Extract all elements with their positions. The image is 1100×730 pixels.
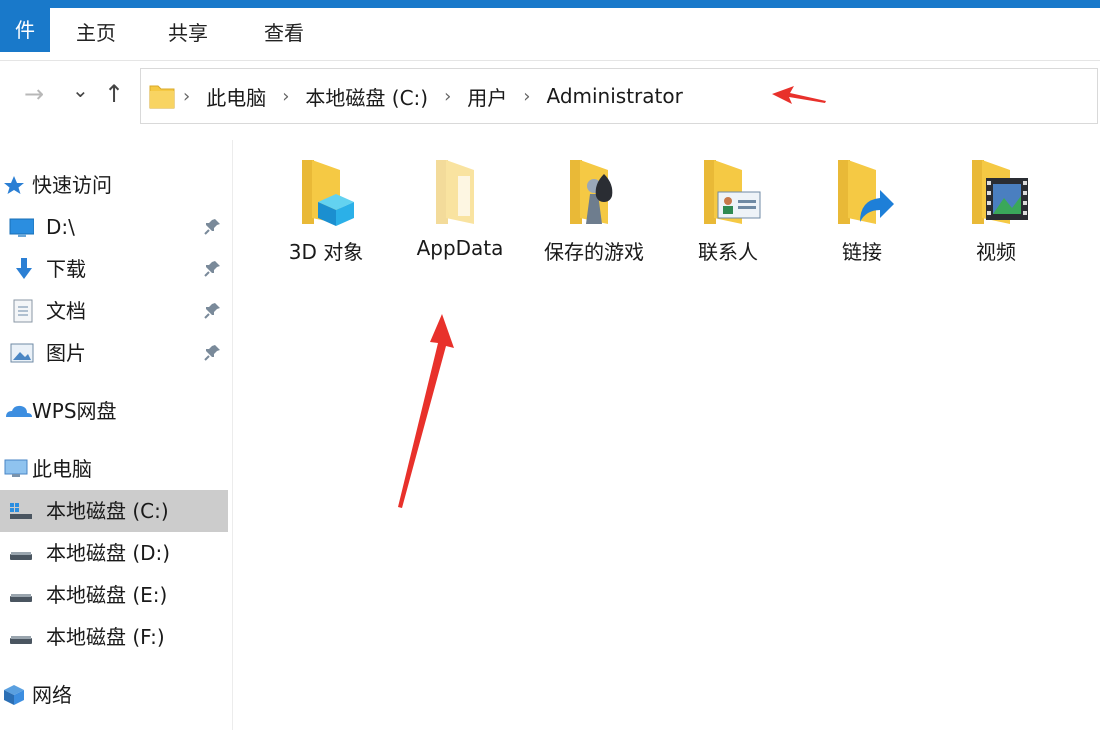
ribbon-tab-view[interactable]: 查看: [264, 8, 304, 52]
folder-item-3d-objects[interactable]: 3D 对象: [262, 150, 390, 270]
sidebar-label: 文档: [46, 299, 86, 323]
network-icon: [4, 685, 24, 705]
sidebar-item-documents[interactable]: 文档: [0, 290, 228, 332]
breadcrumb-item-local-disk-c[interactable]: 本地磁盘 (C:): [305, 82, 428, 111]
sidebar-item-pictures[interactable]: 图片: [0, 332, 228, 374]
monitor-icon: [9, 218, 34, 237]
breadcrumb-separator-icon[interactable]: ›: [444, 86, 451, 107]
sidebar-label: 本地磁盘 (D:): [46, 541, 171, 565]
sidebar-item-local-disk-e[interactable]: 本地磁盘 (E:): [0, 574, 228, 616]
breadcrumb-separator-icon[interactable]: ›: [523, 86, 530, 107]
drive-icon: [10, 636, 32, 644]
ribbon-tab-home[interactable]: 主页: [76, 8, 116, 52]
sidebar-label: 此电脑: [32, 457, 92, 481]
folder-item-videos[interactable]: 视频: [932, 150, 1060, 270]
pin-icon[interactable]: [204, 259, 222, 277]
folder-item-appdata[interactable]: AppData: [396, 150, 524, 270]
sidebar-item-network[interactable]: 网络: [0, 674, 228, 716]
picture-icon: [10, 343, 34, 363]
sidebar-label: 本地磁盘 (C:): [46, 499, 169, 523]
sidebar-item-local-disk-f[interactable]: 本地磁盘 (F:): [0, 616, 228, 658]
sidebar-item-wps-cloud[interactable]: WPS网盘: [0, 390, 228, 432]
folder-label: 3D 对象: [288, 240, 364, 264]
download-arrow-icon: [16, 258, 32, 279]
links-folder-icon: [838, 160, 894, 224]
navigation-bar: → ⌄ ↑ › 此电脑 › 本地磁盘 (C:) › 用户 › Administr…: [0, 60, 1100, 136]
sidebar-item-downloads[interactable]: 下载: [0, 248, 228, 290]
address-bar[interactable]: › 此电脑 › 本地磁盘 (C:) › 用户 › Administrator: [140, 68, 1098, 124]
saved-games-folder-icon: [570, 160, 613, 224]
breadcrumb-item-users[interactable]: 用户: [467, 82, 507, 111]
system-drive-icon: [10, 503, 32, 519]
sidebar-label: D:\: [46, 215, 75, 239]
breadcrumb-separator-icon[interactable]: ›: [282, 86, 289, 107]
annotation-arrow-icon: [772, 86, 826, 104]
drive-icon: [10, 594, 32, 602]
folder-label: AppData: [416, 236, 504, 260]
folder-item-saved-games[interactable]: 保存的游戏: [530, 150, 658, 270]
sidebar-label: 下载: [46, 257, 86, 281]
sidebar-label: 图片: [46, 341, 86, 365]
navigation-pane: 快速访问 D:\ 下载 文档 图片 WPS网盘 此电脑 本地磁盘 (C:) 本地…: [0, 140, 233, 730]
ribbon: 件 主页 共享 查看: [0, 8, 1100, 61]
ribbon-tab-file[interactable]: 件: [0, 8, 50, 52]
window-title-bar: [0, 0, 1100, 8]
pin-icon[interactable]: [204, 217, 222, 235]
sidebar-label: 快速访问: [32, 173, 112, 197]
pin-icon[interactable]: [204, 343, 222, 361]
sidebar-label: 本地磁盘 (F:): [46, 625, 165, 649]
sidebar-label: 本地磁盘 (E:): [46, 583, 168, 607]
drive-icon: [10, 552, 32, 560]
recent-locations-chevron-icon[interactable]: ⌄: [72, 78, 89, 102]
folder-item-links[interactable]: 链接: [798, 150, 926, 270]
breadcrumb: › 此电脑 › 本地磁盘 (C:) › 用户 › Administrator: [183, 69, 683, 123]
sidebar-item-local-disk-c[interactable]: 本地磁盘 (C:): [0, 490, 228, 532]
folder-item-contacts[interactable]: 联系人: [664, 150, 792, 270]
ribbon-tab-share[interactable]: 共享: [168, 8, 208, 52]
hidden-folder-icon: [436, 160, 474, 224]
breadcrumb-item-administrator[interactable]: Administrator: [546, 84, 682, 108]
forward-arrow-icon[interactable]: →: [24, 80, 44, 108]
folder-content-view: 3D 对象 AppData 保存的游戏 联系人 链接 视频: [236, 140, 1100, 730]
cloud-icon: [6, 405, 32, 417]
sidebar-item-this-pc[interactable]: 此电脑: [0, 448, 228, 490]
contacts-folder-icon: [704, 160, 761, 224]
annotation-arrow-icon: [398, 314, 454, 508]
document-icon: [13, 299, 33, 323]
sidebar-label: WPS网盘: [32, 399, 117, 423]
folder-label: 保存的游戏: [544, 240, 644, 264]
star-icon: [4, 176, 24, 194]
videos-folder-icon: [972, 160, 1028, 224]
folder-label: 链接: [842, 240, 882, 264]
breadcrumb-item-this-pc[interactable]: 此电脑: [206, 82, 266, 111]
sidebar-label: 网络: [32, 683, 72, 707]
sidebar-item-local-disk-d[interactable]: 本地磁盘 (D:): [0, 532, 228, 574]
3d-objects-folder-icon: [302, 160, 354, 226]
pin-icon[interactable]: [204, 301, 222, 319]
computer-icon: [4, 459, 28, 477]
sidebar-item-d-drive[interactable]: D:\: [0, 206, 228, 248]
folder-label: 视频: [976, 240, 1016, 264]
breadcrumb-separator-icon[interactable]: ›: [183, 86, 190, 107]
folder-icon: [149, 85, 175, 109]
up-arrow-icon[interactable]: ↑: [104, 80, 124, 108]
sidebar-item-quick-access[interactable]: 快速访问: [0, 164, 228, 206]
folder-label: 联系人: [698, 240, 758, 264]
